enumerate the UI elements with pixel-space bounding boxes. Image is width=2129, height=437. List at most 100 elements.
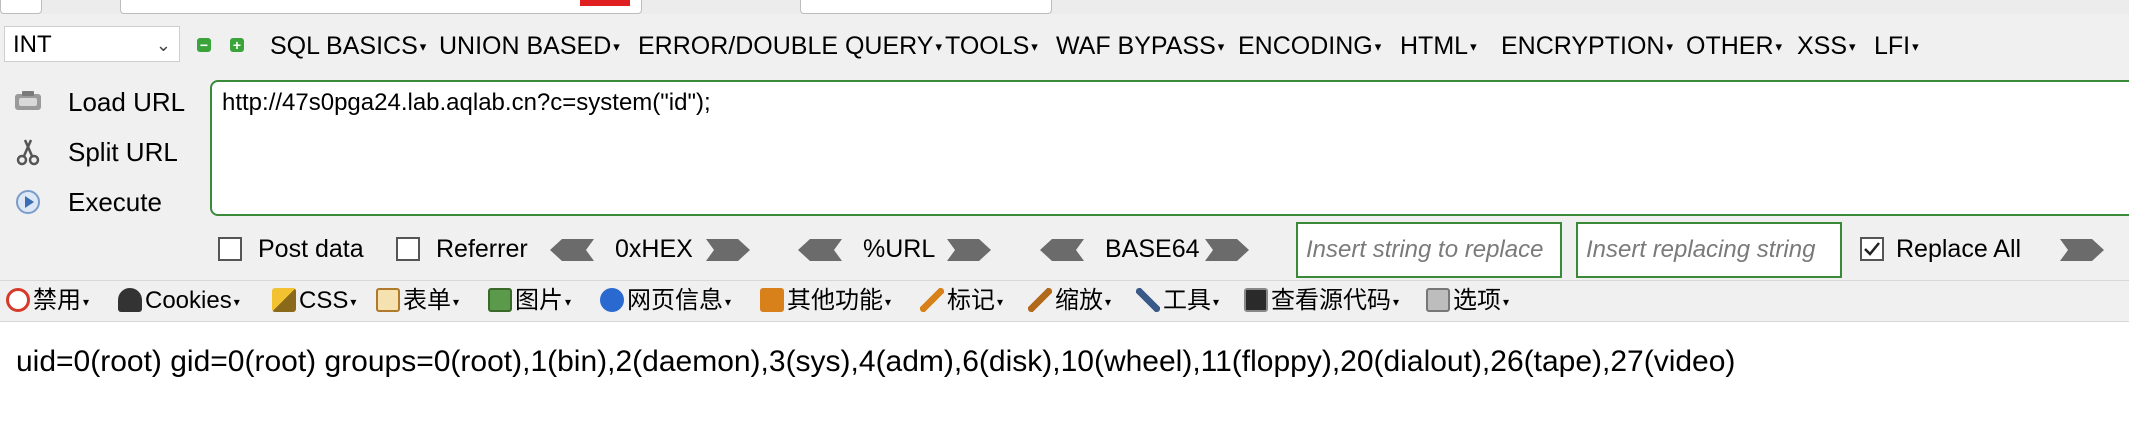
replacing-string-placeholder: Insert replacing string [1586,236,1816,263]
options-icon [1426,288,1450,312]
replace-all-checkbox[interactable] [1860,237,1884,261]
increase-icon[interactable]: + [230,38,244,52]
referrer-label: Referrer [436,235,528,263]
forms-icon [376,288,400,312]
wd-options[interactable]: 选项 ▾ [1426,285,1509,318]
replacing-string-input[interactable]: Insert replacing string [1576,222,1842,278]
webdev-toolbar: 禁用 ▾ Cookies ▾ CSS ▾ 表单 ▾ 图片 ▾ 网页信息 ▾ 其他功能 ▾ 标记… [0,280,2129,322]
wd-css[interactable]: CSS ▾ [272,285,356,318]
menu-label: XSS [1797,32,1848,60]
dropdown-icon: ▾ [997,294,1004,309]
wd-cookies[interactable]: Cookies ▾ [118,285,240,318]
dropdown-icon: ▾ [565,294,572,309]
referrer-checkbox[interactable] [396,237,420,261]
wd-disable[interactable]: 禁用 ▾ [6,285,89,318]
decrease-icon[interactable]: − [197,38,211,52]
base64-encode-arrow-icon[interactable] [1205,239,1249,261]
dropdown-icon: ▾ [1031,39,1038,55]
wd-label: CSS [299,287,349,314]
disable-icon [6,288,30,312]
menu-union-based[interactable]: UNION BASED ▾ [439,30,620,63]
replace-all-label: Replace All [1896,235,2022,263]
dropdown-icon: ▾ [725,294,732,309]
menu-lfi[interactable]: LFI ▾ [1874,30,1919,63]
menu-encryption[interactable]: ENCRYPTION ▾ [1501,30,1673,63]
dropdown-icon: ▾ [419,39,427,55]
dropdown-icon: ▾ [1374,39,1382,55]
menu-error-double-query[interactable]: ERROR/DOUBLE QUERY ▾ [638,30,942,63]
menu-label: UNION BASED [439,32,612,60]
load-url-label: Load URL [68,87,186,117]
menu-html[interactable]: HTML ▾ [1400,30,1477,63]
wd-label: 其他功能 [787,287,883,314]
url-encode-label: %URL [863,235,936,263]
dropdown-icon: ▾ [1849,39,1856,55]
type-select-value: INT [13,31,52,58]
replace-arrow-icon[interactable] [2060,239,2104,261]
address-bar-indicator [580,0,630,6]
menu-xss[interactable]: XSS ▾ [1797,30,1856,63]
url-encode-arrow-icon[interactable] [947,239,991,261]
wd-label: 网页信息 [627,287,723,314]
load-url-button[interactable]: Load URL [4,80,204,124]
dropdown-icon: ▾ [613,39,620,55]
split-url-button[interactable]: Split URL [4,130,204,174]
wd-label: 标记 [947,287,995,314]
menu-label: WAF BYPASS [1056,32,1216,60]
wd-label: Cookies [145,287,232,314]
view-source-icon [1244,288,1268,312]
dropdown-icon: ▾ [1393,294,1400,309]
menu-label: ENCODING [1238,32,1373,60]
wd-label: 选项 [1453,287,1501,314]
menu-tools[interactable]: TOOLS ▾ [945,30,1038,63]
menu-encoding[interactable]: ENCODING ▾ [1238,30,1381,63]
hex-decode-arrow-icon[interactable] [550,239,594,261]
menu-label: ENCRYPTION [1501,32,1665,60]
base64-decode-arrow-icon[interactable] [1040,239,1084,261]
wd-forms[interactable]: 表单 ▾ [376,285,459,318]
type-select[interactable]: INT ⌄ [4,26,180,62]
menu-label: HTML [1400,32,1469,60]
wd-tools[interactable]: 工具 ▾ [1136,285,1219,318]
dropdown-icon: ▾ [1912,39,1919,55]
wd-misc[interactable]: 其他功能 ▾ [760,285,891,318]
url-textarea[interactable]: http://47s0pga24.lab.aqlab.cn?c=system("… [210,80,2129,216]
hackbar-menu-row: INT ⌄ − + SQL BASICS ▾ UNION BASED ▾ ERROR… [0,14,2129,81]
wd-label: 表单 [403,287,451,314]
menu-sql-basics[interactable]: SQL BASICS ▾ [270,30,426,63]
menu-label: SQL BASICS [270,32,418,60]
replace-string-placeholder: Insert string to replace [1306,236,1544,263]
hex-encode-arrow-icon[interactable] [706,239,750,261]
dropdown-icon: ▾ [935,39,942,55]
dropdown-icon: ▾ [233,294,240,309]
dropdown-icon: ▾ [1666,39,1673,55]
pencil-icon [920,288,944,312]
menu-waf-bypass[interactable]: WAF BYPASS ▾ [1056,30,1224,63]
execute-button[interactable]: Execute [4,180,204,224]
replace-string-input[interactable]: Insert string to replace [1296,222,1562,278]
dropdown-icon: ▾ [453,294,460,309]
base64-label: BASE64 [1105,235,1200,263]
wd-label: 图片 [515,287,563,314]
wd-images[interactable]: 图片 ▾ [488,285,571,318]
load-url-icon [15,91,41,110]
wd-page-info[interactable]: 网页信息 ▾ [600,285,731,318]
menu-other[interactable]: OTHER ▾ [1686,30,1782,63]
wd-outline[interactable]: 标记 ▾ [920,285,1003,318]
play-icon [16,190,40,214]
split-url-label: Split URL [68,137,178,167]
url-decode-arrow-icon[interactable] [798,239,842,261]
tools-icon [1136,288,1160,312]
wd-view-source[interactable]: 查看源代码 ▾ [1244,285,1399,318]
search-bar[interactable] [800,0,1052,14]
dropdown-icon: ▾ [885,294,892,309]
address-bar[interactable] [120,0,642,14]
execute-label: Execute [68,187,162,217]
images-icon [488,288,512,312]
css-icon [272,288,296,312]
post-data-checkbox[interactable] [218,237,242,261]
wd-label: 禁用 [33,287,81,314]
back-button[interactable] [0,0,42,14]
wd-resize[interactable]: 缩放 ▾ [1028,285,1111,318]
dropdown-icon: ▾ [1470,39,1477,55]
